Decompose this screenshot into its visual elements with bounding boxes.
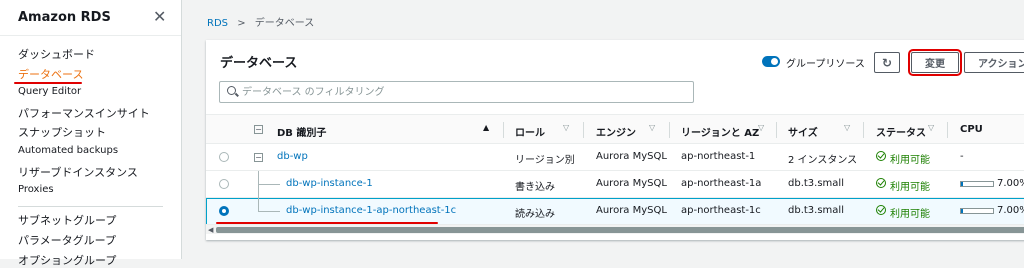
sort-icon[interactable]: ▽ [563,123,569,132]
search-box [219,81,694,103]
sort-asc-icon[interactable]: ▲ [483,123,489,132]
header-engine[interactable]: エンジン [596,124,636,139]
cell-engine: Aurora MySQL [596,178,667,189]
cell-region: ap-northeast-1c [681,205,761,216]
sort-icon[interactable]: ▽ [928,123,934,132]
breadcrumb: RDS > データベース [207,14,314,29]
status-ok-icon [876,205,886,215]
row-radio[interactable] [219,179,229,189]
row-radio-selected[interactable] [219,206,229,216]
horizontal-scrollbar[interactable]: ◀ [206,224,1024,234]
sidebar-item-reserved-instances[interactable]: リザーブドインスタンス [18,164,138,180]
databases-panel: データベース グループリソース ↻ 変更 アクション − DB 識別子 ▲ ロー… [206,40,1024,240]
cpu-bar-fill [961,182,964,186]
sidebar-item-subnet-groups[interactable]: サブネットグループ [18,212,116,228]
sidebar-divider [0,35,181,36]
collapse-icon[interactable]: − [254,153,263,162]
sidebar-item-dashboard[interactable]: ダッシュボード [18,46,95,62]
cpu-bar-fill [961,209,964,213]
column-separator [503,122,504,138]
table-row[interactable]: db-wp-instance-1 書き込み Aurora MySQL ap-no… [206,171,1024,198]
cell-engine: Aurora MySQL [596,205,667,216]
sidebar-item-snapshots[interactable]: スナップショット [18,124,106,140]
column-separator [669,122,670,138]
breadcrumb-separator: > [237,18,246,29]
breadcrumb-current: データベース [254,18,315,29]
search-input[interactable] [242,85,682,99]
cell-region: ap-northeast-1a [681,178,762,189]
modify-button[interactable]: 変更 [908,49,962,76]
db-identifier-link[interactable]: db-wp-instance-1-ap-northeast-1c [286,205,456,216]
table-header: − DB 識別子 ▲ ロール ▽ エンジン ▽ リージョンと AZ ▽ サイズ … [206,114,1024,144]
sidebar-item-performance-insights[interactable]: パフォーマンスインサイト [18,105,150,121]
column-separator [947,122,948,138]
sidebar-item-option-groups[interactable]: オプショングループ [18,252,116,268]
group-resources-label: グループリソース [786,59,865,70]
sidebar-item-proxies[interactable]: Proxies [18,184,54,195]
cpu-bar [960,208,994,214]
status-ok-icon [876,151,886,161]
cpu-bar [960,181,994,187]
sidebar-title: Amazon RDS [18,10,111,25]
cell-cpu: 7.00% [997,178,1024,189]
collapse-all-icon[interactable]: − [254,125,263,134]
scroll-thumb[interactable] [216,227,1024,233]
sidebar-separator [18,206,163,207]
header-size[interactable]: サイズ [788,124,818,139]
refresh-button[interactable]: ↻ [874,52,900,73]
db-identifier-link[interactable]: db-wp-instance-1 [286,178,373,189]
column-separator [863,122,864,138]
column-separator [776,122,777,138]
cell-region: ap-northeast-1 [681,151,756,162]
close-icon[interactable]: ✕ [153,7,166,26]
scroll-left-icon[interactable]: ◀ [208,226,213,234]
header-db-identifier[interactable]: DB 識別子 [277,124,326,139]
sidebar: Amazon RDS ✕ ダッシュボード データベース Query Editor… [0,0,182,267]
db-identifier-link[interactable]: db-wp [277,151,308,162]
sidebar-item-automated-backups[interactable]: Automated backups [18,145,118,156]
search-icon [227,86,236,95]
cell-size: db.t3.small [788,205,844,216]
cell-status: 利用可能 [890,182,930,193]
cell-cpu: - [960,151,964,162]
column-separator [583,122,584,138]
cell-cpu: 7.00% [997,205,1024,216]
header-status[interactable]: ステータス [876,124,926,139]
sidebar-item-databases[interactable]: データベース [18,66,83,82]
group-resources-toggle[interactable] [762,56,780,67]
sort-icon[interactable]: ▽ [649,123,655,132]
status-ok-icon [876,178,886,188]
cell-role: 書き込み [515,182,555,193]
actions-button[interactable]: アクション [964,52,1024,73]
cell-size: 2 インスタンス [788,155,858,166]
cell-role: リージョン別 [515,155,575,166]
sort-icon[interactable]: ▽ [844,123,850,132]
cell-engine: Aurora MySQL [596,151,667,162]
cell-status: 利用可能 [890,209,930,220]
breadcrumb-root[interactable]: RDS [207,18,228,29]
cell-status: 利用可能 [890,155,930,166]
tree-line [258,184,280,185]
tree-line [258,211,280,212]
sort-icon[interactable]: ▽ [758,123,764,132]
panel-title: データベース [220,56,298,71]
refresh-icon: ↻ [881,55,893,70]
cell-size: db.t3.small [788,178,844,189]
table-row-selected[interactable]: db-wp-instance-1-ap-northeast-1c 読み込み Au… [206,198,1024,225]
sidebar-item-parameter-groups[interactable]: パラメータグループ [18,232,116,248]
sidebar-item-query-editor[interactable]: Query Editor [18,86,81,97]
cell-role: 読み込み [515,209,555,220]
row-radio[interactable] [219,152,229,162]
tree-line [258,198,259,211]
highlight-underline [14,82,82,84]
header-cpu[interactable]: CPU [960,124,983,135]
header-region-az[interactable]: リージョンと AZ [681,124,759,139]
header-role[interactable]: ロール [515,124,545,139]
table-row[interactable]: − db-wp リージョン別 Aurora MySQL ap-northeast… [206,144,1024,171]
